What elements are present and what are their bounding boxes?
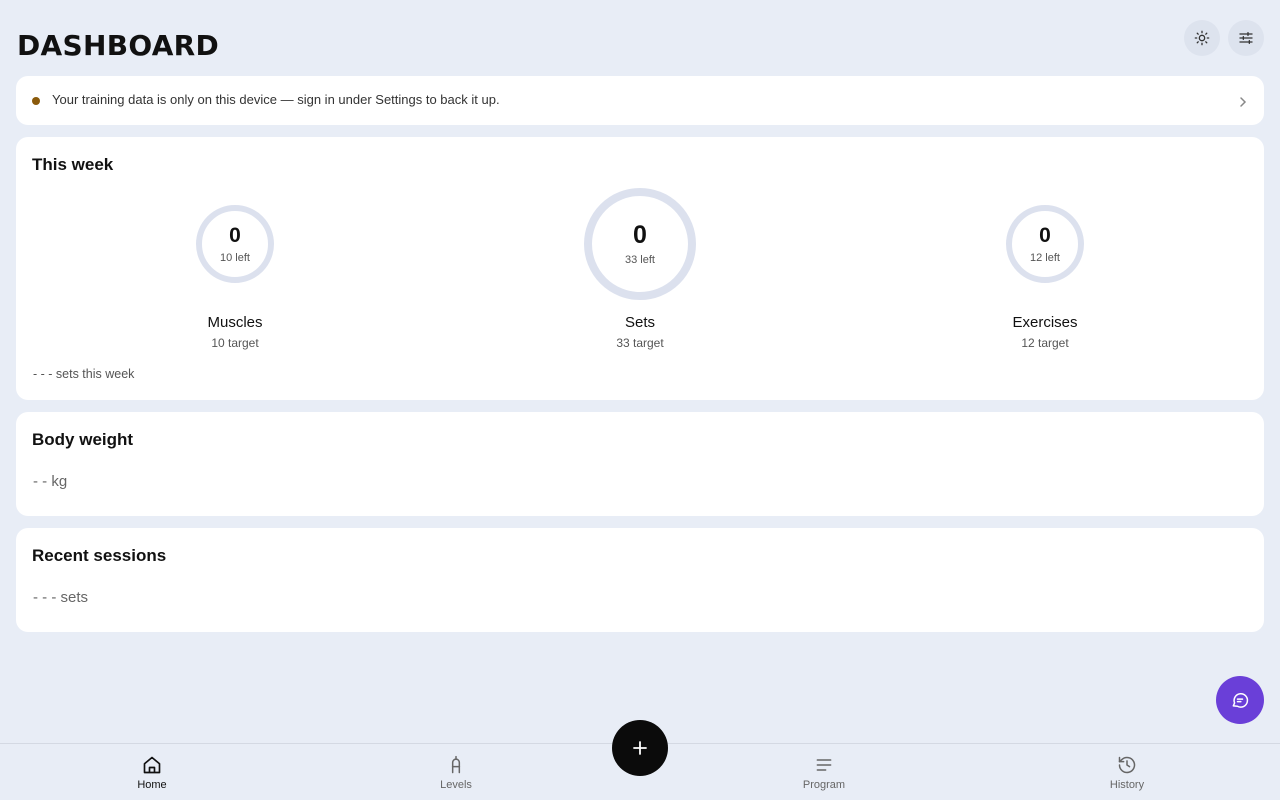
recent-sessions-card[interactable]: Recent sessions - - - sets — [16, 528, 1264, 632]
nav-history-label: History — [1109, 779, 1145, 791]
exercises-label: Exercises — [1012, 314, 1078, 331]
muscles-ring: 0 10 left — [196, 205, 274, 283]
chat-icon — [1232, 693, 1249, 708]
add-session-button[interactable] — [612, 720, 668, 776]
this-week-title: This week — [32, 155, 114, 174]
banner-text: Your training data is only on this devic… — [52, 92, 500, 107]
nav-program-label: Program — [802, 779, 846, 791]
muscles-label: Muscles — [207, 314, 263, 331]
nav-home-label: Home — [137, 779, 167, 791]
exercises-value: 0 — [1039, 223, 1051, 247]
exercises-ring: 0 12 left — [1006, 205, 1084, 283]
plus-icon — [633, 741, 647, 755]
this-week-card: This week 0 10 left Muscles 10 target 0 … — [16, 137, 1264, 400]
muscles-target: 10 target — [211, 336, 259, 350]
muscles-value: 0 — [229, 223, 241, 247]
sets-left: 33 left — [625, 253, 655, 266]
body-weight-title: Body weight — [32, 430, 134, 449]
page-title: DASHBOARD — [17, 29, 220, 62]
sets-label: Sets — [624, 314, 655, 331]
levels-icon — [446, 754, 466, 776]
recent-sessions-title: Recent sessions — [32, 546, 167, 565]
nav-home[interactable]: Home — [92, 744, 212, 800]
sliders-icon — [1239, 31, 1253, 44]
sets-this-week: - - - sets this week — [33, 367, 135, 381]
muscles-left: 10 left — [220, 251, 250, 264]
body-weight-value: - - kg — [33, 473, 68, 490]
theme-toggle-button[interactable] — [1184, 20, 1220, 56]
dashboard-page: DASHBOARD Your training data is only on … — [0, 0, 1280, 800]
home-icon — [142, 754, 162, 776]
sun-icon — [1194, 30, 1210, 46]
nav-levels[interactable]: Levels — [396, 744, 516, 800]
warning-dot — [32, 97, 40, 105]
history-icon — [1117, 754, 1137, 776]
exercises-target: 12 target — [1021, 336, 1069, 350]
nav-levels-label: Levels — [440, 779, 472, 791]
nav-history[interactable]: History — [1067, 744, 1187, 800]
chat-button[interactable] — [1216, 676, 1264, 724]
chevron-right-icon — [1238, 95, 1248, 113]
exercises-left: 12 left — [1030, 251, 1060, 264]
sets-value: 0 — [633, 220, 647, 249]
nav-program[interactable]: Program — [764, 744, 884, 800]
list-icon — [814, 754, 834, 776]
body-weight-card[interactable]: Body weight - - kg — [16, 412, 1264, 516]
backup-banner[interactable]: Your training data is only on this devic… — [16, 76, 1264, 125]
sets-ring: 0 33 left — [584, 188, 696, 300]
settings-menu-button[interactable] — [1228, 20, 1264, 56]
sets-target: 33 target — [616, 336, 664, 350]
recent-sessions-value: - - - sets — [33, 589, 88, 606]
